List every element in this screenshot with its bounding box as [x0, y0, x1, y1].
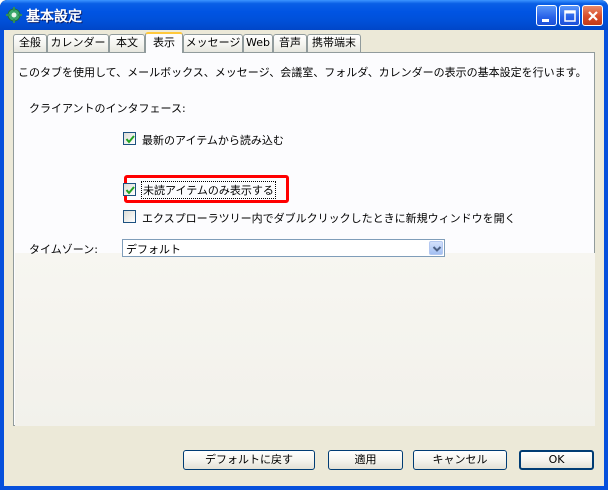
tab-label: メッセージ: [185, 36, 241, 49]
timezone-dropdown-button[interactable]: [429, 241, 443, 255]
tab-label: 携帯端末: [312, 36, 356, 49]
reset-defaults-button[interactable]: デフォルトに戻す: [183, 450, 315, 470]
check-mark-icon: [125, 186, 135, 195]
tab-general[interactable]: 全般: [13, 34, 47, 52]
window-title: 基本設定: [26, 9, 82, 25]
tab-label: 本文: [116, 36, 138, 49]
tab-label: 全般: [19, 36, 41, 49]
dialog-window: 基本設定 全般 カレンダー 本文 表示 メッセージ Web 音声 携帯端末 この…: [0, 0, 608, 490]
timezone-value: デフォルト: [126, 243, 181, 256]
tab-label: Web: [246, 36, 270, 49]
chevron-down-icon: [432, 246, 442, 252]
panel-description: このタブを使用して、メールボックス、メッセージ、会議室、フォルダ、カレンダーの表…: [18, 66, 587, 79]
option-double-click-new-window-label: エクスプローラツリー内でダブルクリックしたときに新規ウィンドウを開く: [142, 212, 516, 225]
settings-app-icon: [6, 7, 22, 23]
tab-label: カレンダー: [50, 36, 106, 49]
panel-background: [15, 253, 595, 426]
minimize-icon: [542, 19, 549, 22]
check-mark-icon: [125, 135, 135, 144]
timezone-select[interactable]: デフォルト: [122, 239, 445, 257]
tab-web[interactable]: Web: [243, 34, 273, 52]
button-label: デフォルトに戻す: [205, 453, 293, 466]
minimize-button[interactable]: [536, 5, 557, 26]
window-frame-bottom: [0, 486, 608, 490]
button-label: キャンセル: [432, 453, 488, 466]
tab-voice[interactable]: 音声: [273, 34, 307, 52]
tab-panel-display: このタブを使用して、メールボックス、メッセージ、会議室、フォルダ、カレンダーの表…: [13, 52, 595, 426]
dialog-body: 全般 カレンダー 本文 表示 メッセージ Web 音声 携帯端末 このタブを使用…: [4, 30, 604, 486]
option-double-click-new-window-checkbox[interactable]: [123, 210, 136, 223]
tab-mobile[interactable]: 携帯端末: [307, 34, 361, 52]
ok-button[interactable]: OK: [519, 450, 594, 470]
section-label: クライアントのインタフェース:: [29, 102, 186, 115]
tab-display[interactable]: 表示: [145, 32, 183, 53]
tab-calendar[interactable]: カレンダー: [47, 34, 109, 52]
maximize-button[interactable]: [559, 5, 580, 26]
option-unread-only-checkbox[interactable]: [123, 183, 136, 196]
option-load-newest-checkbox[interactable]: [123, 132, 136, 145]
title-bar[interactable]: 基本設定: [0, 0, 608, 30]
tab-label: 表示: [153, 36, 175, 49]
close-button[interactable]: [582, 5, 603, 26]
maximize-icon: [564, 10, 576, 22]
timezone-label: タイムゾーン:: [29, 243, 98, 256]
tab-body[interactable]: 本文: [109, 34, 145, 52]
button-label: OK: [548, 453, 565, 466]
button-label: 適用: [354, 453, 377, 466]
cancel-button[interactable]: キャンセル: [413, 450, 507, 470]
window-frame-right: [604, 30, 608, 490]
option-unread-only-label: 未読アイテムのみ表示する: [141, 181, 276, 199]
tab-label: 音声: [279, 36, 301, 49]
apply-button[interactable]: 適用: [328, 450, 403, 470]
option-load-newest-label: 最新のアイテムから読み込む: [142, 134, 284, 147]
tab-messages[interactable]: メッセージ: [183, 34, 243, 52]
close-icon: [588, 11, 598, 21]
